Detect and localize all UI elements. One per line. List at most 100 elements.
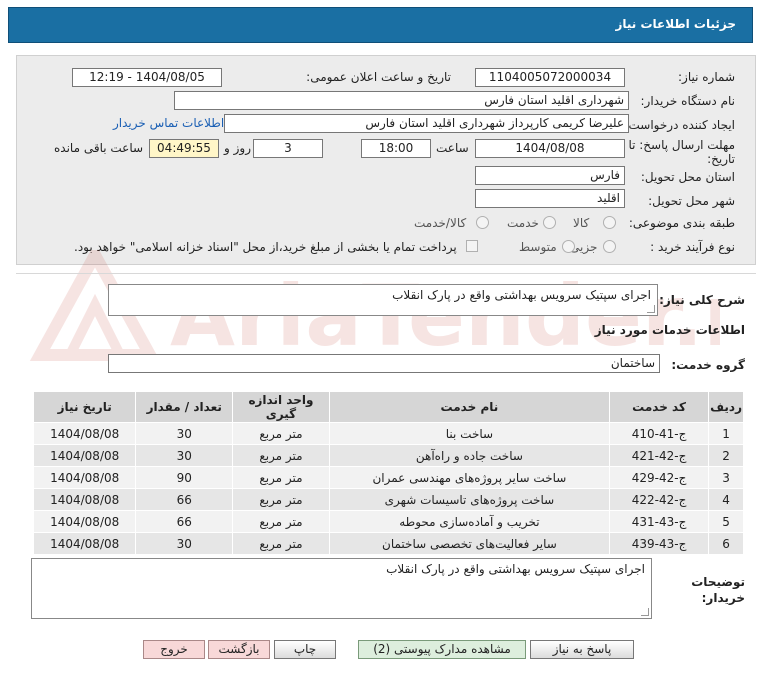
- service-unit: متر مربع: [232, 422, 330, 445]
- row-index: 1: [708, 422, 744, 445]
- col-name-header: نام خدمت: [328, 391, 611, 423]
- service-unit: متر مربع: [232, 510, 330, 533]
- need-number-field: 1104005072000034: [475, 68, 625, 87]
- service-date: 1404/08/08: [32, 466, 137, 489]
- deadline-date-field: 1404/08/08: [475, 139, 625, 158]
- remaining-time-label: ساعت باقی مانده: [54, 141, 144, 155]
- service-date: 1404/08/08: [32, 422, 137, 445]
- treasury-payment-note: پرداخت تمام یا بخشی از مبلغ خرید،از محل …: [74, 240, 457, 254]
- services-heading: اطلاعات خدمات مورد نیاز: [594, 323, 745, 337]
- service-qty: 30: [135, 422, 234, 445]
- service-date: 1404/08/08: [32, 488, 137, 511]
- col-row-header: ردیف: [708, 391, 744, 423]
- service-qty: 30: [135, 532, 234, 555]
- service-name: ساخت پروژه‌های تاسیسات شهری: [328, 488, 611, 511]
- row-index: 6: [708, 532, 744, 555]
- service-group-field: ساختمان: [108, 354, 660, 373]
- service-code: ج-42-422: [609, 488, 710, 511]
- service-date: 1404/08/08: [32, 510, 137, 533]
- buyer-notes-textarea[interactable]: اجرای سپتیک سرویس بهداشتی واقع در پارک ا…: [31, 558, 652, 619]
- resize-handle-icon[interactable]: [641, 608, 649, 616]
- buyer-notes-label-2: خریدار:: [701, 591, 745, 605]
- view-attachments-button[interactable]: مشاهده مدارک پیوستی (2): [358, 640, 526, 659]
- service-unit: متر مربع: [232, 532, 330, 555]
- category-goods-radio[interactable]: [603, 216, 616, 229]
- service-code: ج-42-429: [609, 466, 710, 489]
- row-index: 3: [708, 466, 744, 489]
- summary-text: اجرای سپتیک سرویس بهداشتی واقع در پارک ا…: [392, 288, 651, 302]
- col-qty-header: تعداد / مقدار: [135, 391, 234, 423]
- service-qty: 30: [135, 444, 234, 467]
- section-divider: [16, 273, 756, 274]
- table-row: 1 ج-41-410 ساخت بنا متر مربع 30 1404/08/…: [32, 422, 744, 445]
- back-button[interactable]: بازگشت: [208, 640, 270, 659]
- services-table: ردیف کد خدمت نام خدمت واحد اندازه گیری ت…: [32, 391, 744, 555]
- service-qty: 66: [135, 510, 234, 533]
- resize-handle-icon[interactable]: [647, 305, 655, 313]
- table-header-row: ردیف کد خدمت نام خدمت واحد اندازه گیری ت…: [32, 391, 744, 423]
- service-code: ج-43-431: [609, 510, 710, 533]
- deadline-time-field: 18:00: [361, 139, 431, 158]
- purchase-minor-radio[interactable]: [603, 240, 616, 253]
- service-name: ساخت بنا: [328, 422, 611, 445]
- col-unit-header: واحد اندازه گیری: [232, 391, 330, 423]
- province-field: فارس: [475, 166, 625, 185]
- summary-textarea[interactable]: اجرای سپتیک سرویس بهداشتی واقع در پارک ا…: [108, 284, 658, 316]
- remaining-time-field: 04:49:55: [149, 139, 219, 158]
- col-code-header: کد خدمت: [609, 391, 710, 423]
- summary-label: شرح کلی نیاز:: [659, 293, 745, 307]
- category-goods-label: کالا: [573, 216, 590, 230]
- need-details-page: جزئیات اطلاعات نیاز شماره نیاز: 11040050…: [0, 0, 761, 676]
- service-group-label: گروه خدمت:: [671, 358, 745, 372]
- service-qty: 66: [135, 488, 234, 511]
- service-unit: متر مربع: [232, 488, 330, 511]
- deadline-label-date: تاریخ:: [707, 152, 735, 166]
- requester-field: علیرضا کریمی کارپرداز شهرداری اقلید استا…: [224, 114, 629, 133]
- service-name: تخریب و آماده‌سازی محوطه: [328, 510, 611, 533]
- buyer-org-label: نام دستگاه خریدار:: [640, 94, 736, 108]
- announce-datetime-field: 1404/08/05 - 12:19: [72, 68, 222, 87]
- service-unit: متر مربع: [232, 444, 330, 467]
- service-date: 1404/08/08: [32, 444, 137, 467]
- treasury-payment-checkbox[interactable]: [466, 240, 478, 252]
- city-field: اقلید: [475, 189, 625, 208]
- category-service-radio[interactable]: [543, 216, 556, 229]
- announce-label: تاریخ و ساعت اعلان عمومی:: [306, 70, 451, 84]
- service-name: ساخت سایر پروژه‌های مهندسی عمران: [328, 466, 611, 489]
- category-label: طبقه بندی موضوعی:: [628, 216, 735, 230]
- row-index: 4: [708, 488, 744, 511]
- reply-button[interactable]: پاسخ به نیاز: [530, 640, 634, 659]
- category-service-label: خدمت: [507, 216, 539, 230]
- table-row: 3 ج-42-429 ساخت سایر پروژه‌های مهندسی عم…: [32, 466, 744, 489]
- service-code: ج-41-410: [609, 422, 710, 445]
- need-number-label: شماره نیاز:: [678, 70, 735, 84]
- col-date-header: تاریخ نیاز: [32, 391, 137, 423]
- buyer-notes-label: توضیحات: [691, 575, 745, 589]
- province-label: استان محل تحویل:: [640, 170, 735, 184]
- buyer-contact-link[interactable]: اطلاعات تماس خریدار: [113, 116, 224, 130]
- purchase-medium-label: متوسط: [519, 240, 557, 254]
- watermark-text: AriaTender.neT: [170, 267, 720, 365]
- deadline-time-label: ساعت: [436, 141, 469, 155]
- remaining-days-field: 3: [253, 139, 323, 158]
- purchase-type-label: نوع فرآیند خرید :: [650, 240, 735, 254]
- table-row: 5 ج-43-431 تخریب و آماده‌سازی محوطه متر …: [32, 510, 744, 533]
- page-title: جزئیات اطلاعات نیاز: [615, 17, 736, 31]
- service-qty: 90: [135, 466, 234, 489]
- service-date: 1404/08/08: [32, 532, 137, 555]
- service-name: ساخت جاده و راه‌آهن: [328, 444, 611, 467]
- purchase-medium-radio[interactable]: [562, 240, 575, 253]
- print-button[interactable]: چاپ: [274, 640, 336, 659]
- category-goods-service-radio[interactable]: [476, 216, 489, 229]
- table-row: 4 ج-42-422 ساخت پروژه‌های تاسیسات شهری م…: [32, 488, 744, 511]
- days-label: روز و: [224, 141, 251, 155]
- table-row: 6 ج-43-439 سایر فعالیت‌های تخصصی ساختمان…: [32, 532, 744, 555]
- category-goods-service-label: کالا/خدمت: [414, 216, 467, 230]
- buyer-org-field: شهرداری اقلید استان فارس: [174, 91, 629, 110]
- requester-label: ایجاد کننده درخواست:: [624, 118, 735, 132]
- deadline-label: مهلت ارسال پاسخ: تا: [628, 138, 735, 152]
- row-index: 5: [708, 510, 744, 533]
- exit-button[interactable]: خروج: [143, 640, 205, 659]
- city-label: شهر محل تحویل:: [648, 194, 735, 208]
- table-row: 2 ج-42-421 ساخت جاده و راه‌آهن متر مربع …: [32, 444, 744, 467]
